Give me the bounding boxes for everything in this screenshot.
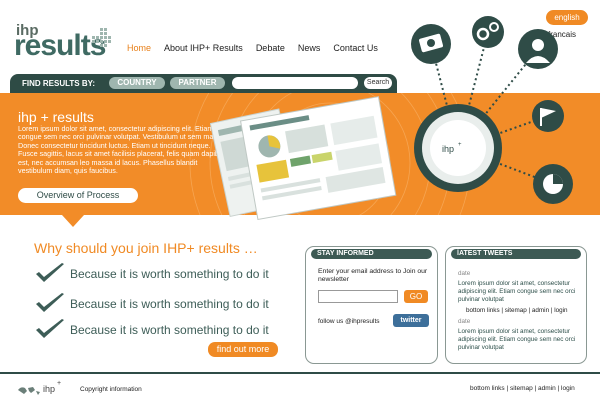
email-field[interactable]	[318, 290, 398, 303]
footer-logo-plus: +	[57, 380, 62, 387]
reason-text: Because it is worth something to do it	[70, 323, 269, 337]
footer-logo[interactable]: ihp +	[17, 380, 72, 398]
reason-item: Because it is worth something to do it	[34, 292, 294, 314]
newsletter-text: Enter your email address to Join our new…	[318, 268, 428, 283]
tweet-date: date	[458, 270, 471, 277]
svg-text:ihp: ihp	[442, 144, 454, 154]
flag-icon[interactable]	[532, 100, 564, 132]
reason-item: Because it is worth something to do it	[34, 318, 294, 340]
go-button[interactable]: GO	[404, 290, 428, 303]
search-input[interactable]	[232, 77, 358, 89]
check-icon	[36, 319, 64, 338]
copyright-text: Copyright information	[80, 386, 142, 393]
reason-text: Because it is worth something to do it	[70, 267, 269, 281]
main-nav: Home About IHP+ Results Debate News Cont…	[127, 43, 378, 53]
hero-body: Lorem ipsum dolor sit amet, consectetur …	[18, 124, 227, 176]
nav-contact[interactable]: Contact Us	[333, 43, 378, 53]
nav-about[interactable]: About IHP+ Results	[164, 43, 243, 53]
nav-news[interactable]: News	[298, 43, 321, 53]
overview-button[interactable]: Overview of Process	[18, 188, 138, 203]
tweet-overlap-links: bottom links | sitemap | admin | login	[466, 307, 568, 314]
nav-home[interactable]: Home	[127, 43, 151, 53]
follow-text: follow us @ihpresults	[318, 318, 380, 325]
stay-informed-title: STAY INFORMED	[311, 249, 432, 259]
find-out-more-button[interactable]: find out more	[208, 342, 278, 357]
money-icon[interactable]	[411, 24, 451, 64]
logo-plus-icon	[92, 28, 111, 47]
tweet-text: Lorem ipsum dolor sit amet, consectetur …	[458, 328, 576, 351]
partner-filter-button[interactable]: PARTNER	[170, 77, 225, 89]
world-map-icon	[18, 387, 40, 395]
reason-text: Because it is worth something to do it	[70, 297, 269, 311]
gears-icon[interactable]	[472, 16, 504, 48]
nav-debate[interactable]: Debate	[256, 43, 285, 53]
footer-divider	[0, 372, 600, 374]
country-filter-button[interactable]: COUNTRY	[109, 77, 165, 89]
report-documents-image	[210, 96, 397, 221]
logo[interactable]: ihp results	[14, 22, 111, 62]
footer-links[interactable]: bottom links | sitemap | admin | login	[470, 385, 575, 392]
tweet-text: Lorem ipsum dolor sit amet, consectetur …	[458, 280, 576, 303]
process-diagram: ihp +	[411, 16, 573, 204]
search-button[interactable]: Search	[364, 77, 392, 89]
reason-item: Because it is worth something to do it	[34, 262, 294, 284]
check-icon	[36, 293, 64, 312]
svg-text:+: +	[458, 142, 462, 148]
hero-title: ihp + results	[18, 109, 94, 125]
stay-informed-box: STAY INFORMED	[305, 246, 438, 364]
why-join-title: Why should you join IHP+ results …	[34, 240, 258, 256]
twitter-button[interactable]: twitter	[393, 314, 429, 327]
search-label: FIND RESULTS BY:	[22, 79, 96, 88]
doctor-icon[interactable]	[518, 29, 558, 69]
latest-tweets-title: lATEST TWEETS	[451, 249, 581, 259]
tweet-date: date	[458, 318, 471, 325]
pie-chart-icon[interactable]	[533, 164, 573, 204]
hero-pointer	[62, 215, 84, 227]
check-icon	[36, 263, 64, 282]
footer-logo-text: ihp	[43, 384, 56, 394]
